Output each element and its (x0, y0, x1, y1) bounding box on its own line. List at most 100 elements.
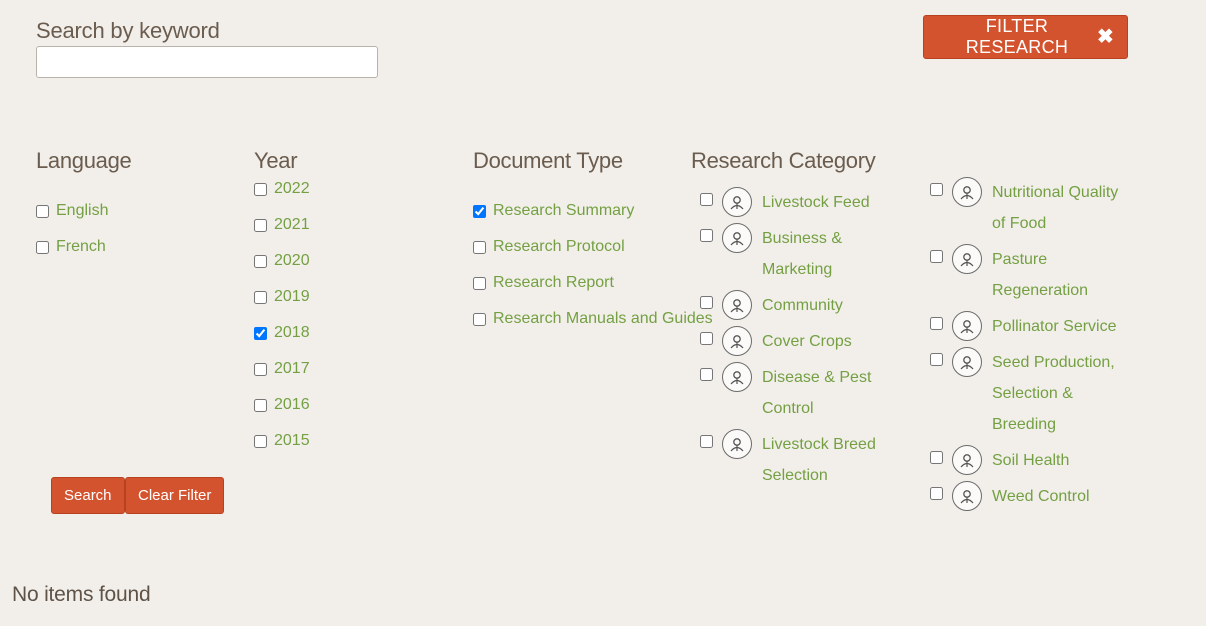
year-option[interactable]: 2022 (254, 171, 310, 207)
language-option-label[interactable]: English (56, 202, 108, 220)
seed-production-icon (952, 347, 982, 377)
year-checkbox[interactable] (254, 182, 267, 196)
year-option-label[interactable]: 2017 (274, 360, 310, 378)
research-category-label[interactable]: Livestock Breed Selection (762, 429, 902, 491)
research-category-label[interactable]: Business & Marketing (762, 223, 902, 285)
research-category-item[interactable]: Community (691, 290, 911, 321)
close-icon[interactable]: ✖ (1097, 27, 1114, 47)
livestock-breed-icon (722, 429, 752, 459)
year-option-label[interactable]: 2020 (274, 252, 310, 270)
year-checkbox[interactable] (254, 218, 267, 232)
year-checkbox[interactable] (254, 398, 267, 412)
document-type-option-label[interactable]: Research Summary (493, 202, 634, 220)
research-category-checkbox[interactable] (930, 353, 943, 366)
year-option[interactable]: 2021 (254, 207, 310, 243)
year-option-label[interactable]: 2019 (274, 288, 310, 306)
document-type-option-label[interactable]: Research Report (493, 274, 614, 292)
year-option-label[interactable]: 2018 (274, 324, 310, 342)
year-checkbox[interactable] (254, 290, 267, 304)
research-category-item[interactable]: Nutritional Quality of Food (921, 177, 1151, 239)
research-category-checkbox[interactable] (930, 317, 943, 330)
language-option[interactable]: English (36, 193, 131, 229)
research-category-checkbox[interactable] (700, 332, 713, 345)
year-checkbox[interactable] (254, 434, 267, 448)
year-checkbox[interactable] (254, 326, 267, 340)
year-filter: Year 2022 2021 2020 2019 2018 2017 2016 2015 (254, 148, 310, 459)
year-option[interactable]: 2018 (254, 315, 310, 351)
research-category-item[interactable]: Pollinator Service (921, 311, 1151, 342)
research-category-label[interactable]: Seed Production, Selection & Breeding (992, 347, 1132, 440)
year-checkbox[interactable] (254, 254, 267, 268)
research-category-label[interactable]: Community (762, 290, 902, 321)
search-label: Search by keyword (36, 18, 220, 43)
weed-control-icon (952, 481, 982, 511)
research-category-checkbox[interactable] (930, 451, 943, 464)
search-input[interactable] (36, 46, 378, 78)
year-checkbox[interactable] (254, 362, 267, 376)
research-category-label[interactable]: Disease & Pest Control (762, 362, 902, 424)
document-type-checkbox[interactable] (473, 240, 486, 254)
research-category-checkbox[interactable] (930, 183, 943, 196)
research-category-label[interactable]: Livestock Feed (762, 187, 902, 218)
cover-crops-icon (722, 326, 752, 356)
document-type-option-label[interactable]: Research Protocol (493, 238, 625, 256)
community-icon (722, 290, 752, 320)
research-category-item[interactable]: Livestock Breed Selection (691, 429, 911, 491)
year-option-label[interactable]: 2015 (274, 432, 310, 450)
research-category-column-1: Livestock Feed Business & Marketing Commun… (691, 187, 911, 496)
language-filter: Language English French (36, 148, 132, 265)
research-category-label[interactable]: Soil Health (992, 445, 1132, 476)
document-type-option-label[interactable]: Research Manuals and Guides (493, 310, 713, 328)
research-category-label[interactable]: Pasture Regeneration (992, 244, 1132, 306)
research-category-column-2: Nutritional Quality of Food Pasture Regen… (921, 177, 1151, 517)
research-category-checkbox[interactable] (700, 229, 713, 242)
research-category-label[interactable]: Cover Crops (762, 326, 902, 357)
research-category-item[interactable]: Business & Marketing (691, 223, 911, 285)
research-category-checkbox[interactable] (930, 487, 943, 500)
research-category-label[interactable]: Pollinator Service (992, 311, 1132, 342)
research-category-label[interactable]: Nutritional Quality of Food (992, 177, 1132, 239)
year-option[interactable]: 2015 (254, 423, 310, 459)
no-items-message: No items found (12, 583, 151, 606)
year-option-label[interactable]: 2021 (274, 216, 310, 234)
research-category-item[interactable]: Livestock Feed (691, 187, 911, 218)
year-option[interactable]: 2017 (254, 351, 310, 387)
pasture-regeneration-icon (952, 244, 982, 274)
year-option[interactable]: 2016 (254, 387, 310, 423)
research-category-checkbox[interactable] (700, 368, 713, 381)
research-category-item[interactable]: Cover Crops (691, 326, 911, 357)
pollinator-icon (952, 311, 982, 341)
research-category-item[interactable]: Weed Control (921, 481, 1151, 512)
research-category-item[interactable]: Pasture Regeneration (921, 244, 1151, 306)
language-checkbox[interactable] (36, 240, 49, 254)
research-category-item[interactable]: Disease & Pest Control (691, 362, 911, 424)
filter-research-button[interactable]: FILTER RESEARCH ✖ (923, 15, 1128, 59)
document-type-filter: Document Type Research Summary Research P… (473, 148, 713, 337)
research-category-checkbox[interactable] (930, 250, 943, 263)
business-marketing-icon (722, 223, 752, 253)
research-category-checkbox[interactable] (700, 435, 713, 448)
year-option-label[interactable]: 2016 (274, 396, 310, 414)
research-category-checkbox[interactable] (700, 296, 713, 309)
research-category-title: Research Category (691, 148, 876, 173)
research-category-label[interactable]: Weed Control (992, 481, 1132, 512)
document-type-checkbox[interactable] (473, 204, 486, 218)
language-checkbox[interactable] (36, 204, 49, 218)
year-option[interactable]: 2020 (254, 243, 310, 279)
document-type-checkbox[interactable] (473, 312, 486, 326)
year-option-label[interactable]: 2022 (274, 180, 310, 198)
document-type-checkbox[interactable] (473, 276, 486, 290)
document-type-option[interactable]: Research Protocol (473, 229, 713, 265)
document-type-option[interactable]: Research Manuals and Guides (473, 301, 713, 337)
clear-filter-button[interactable]: Clear Filter (125, 477, 225, 514)
soil-health-icon (952, 445, 982, 475)
year-option[interactable]: 2019 (254, 279, 310, 315)
search-button[interactable]: Search (51, 477, 125, 514)
research-category-item[interactable]: Soil Health (921, 445, 1151, 476)
research-category-item[interactable]: Seed Production, Selection & Breeding (921, 347, 1151, 440)
document-type-option[interactable]: Research Summary (473, 193, 713, 229)
language-option-label[interactable]: French (56, 238, 106, 256)
document-type-option[interactable]: Research Report (473, 265, 713, 301)
language-option[interactable]: French (36, 229, 131, 265)
research-category-checkbox[interactable] (700, 193, 713, 206)
